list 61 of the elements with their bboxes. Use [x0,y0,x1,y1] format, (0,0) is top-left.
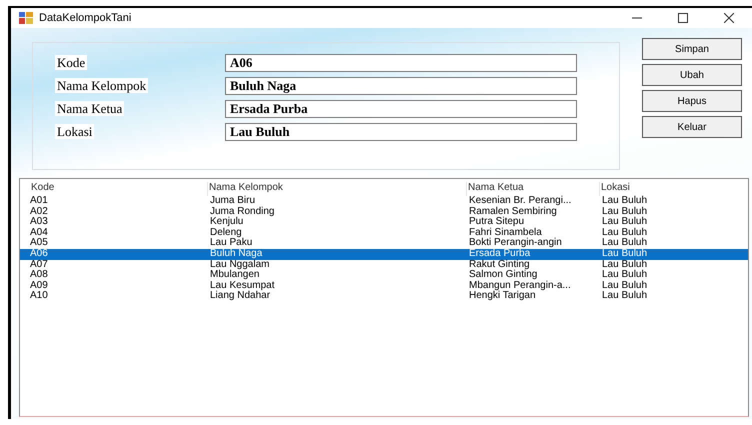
table-cell-text: Lau Buluh [602,206,648,217]
table-cell-text: Lau Buluh [602,238,648,249]
table-cell-text: Rakut Ginting [469,260,530,270]
table-cell-text: Ramalen Sembiring [469,206,558,217]
column-header[interactable]: Nama Ketua [466,182,602,196]
maximize-icon[interactable] [678,13,688,23]
table-cell-text: Buluh Naga [210,248,264,260]
column-header[interactable]: Kode [30,182,210,196]
action-button[interactable]: Keluar [642,116,742,138]
table-cell-text: Kesenian Br. Perangi... [469,196,572,206]
table-cell-text: Lau Paku [210,238,254,249]
table-cell-text: A08 [30,270,49,281]
table-cell-text: Deleng [210,228,242,238]
table-cell-text: Mbangun Perangin-a... [469,280,572,291]
table-cell-text: Lau Buluh [602,248,648,260]
input-field[interactable]: Lau Buluh [225,123,577,141]
input-field[interactable]: Ersada Purba [225,100,577,118]
table-cell-text: Lau Buluh [602,228,648,238]
table-cell-text: Putra Sitepu [469,217,524,228]
table-cell-text: Fahri Sinambela [469,228,542,238]
field-label: Kode [55,55,88,70]
column-header[interactable]: Lokasi [599,182,748,196]
table-cell-text: A03 [30,217,49,228]
table-cell-text: A01 [30,196,49,207]
field-label: Lokasi [55,124,94,139]
table-cell-text: A06 [30,248,49,260]
field-label: Nama Kelompok [55,78,148,93]
table-cell-text: Bokti Perangin-angin [469,238,563,249]
table-cell-text: Juma Biru [210,196,256,206]
table-cell-text: Lau Kesumpat [210,280,276,291]
action-button[interactable]: Simpan [642,38,742,60]
table-cell-text: Lau Buluh [602,217,648,228]
minimize-icon[interactable] [632,17,642,19]
table-cell-text: Liang Ndahar [210,291,270,302]
window-title: DataKelompokTani [39,12,132,24]
table-cell-text: Lau Buluh [602,260,648,270]
table-cell-text: A02 [30,206,49,217]
table-cell-text: Hengki Tarigan [469,291,536,302]
column-header[interactable]: Nama Kelompok [207,182,469,196]
table-cell-text: Kenjulu [210,217,244,228]
table-cell-text: Salmon Ginting [469,270,538,280]
action-button[interactable]: Ubah [642,64,742,86]
table-cell-text: Juma Ronding [210,206,276,217]
table-cell-text: Lau Buluh [602,291,648,302]
input-field[interactable]: A06 [225,54,577,72]
table-cell-text: A09 [30,280,49,291]
close-icon[interactable] [724,13,734,23]
table-cell-text: Lau Buluh [602,196,648,206]
app-icon [19,12,33,24]
table-cell-text: A05 [30,238,49,249]
table-cell-text: Mbulangen [210,270,260,281]
field-label: Nama Ketua [55,101,124,116]
table-cell-text: Lau Buluh [602,280,648,291]
input-field[interactable]: Buluh Naga [225,77,577,95]
table-cell-text: Lau Buluh [602,270,648,280]
action-button[interactable]: Hapus [642,90,742,112]
table-cell-text: Lau Nggalam [210,260,270,270]
table-cell-text: A04 [30,228,49,238]
table-cell-text: A10 [30,291,49,302]
table-cell-text: A07 [30,260,49,270]
table-cell-text: Ersada Purba [469,248,532,260]
